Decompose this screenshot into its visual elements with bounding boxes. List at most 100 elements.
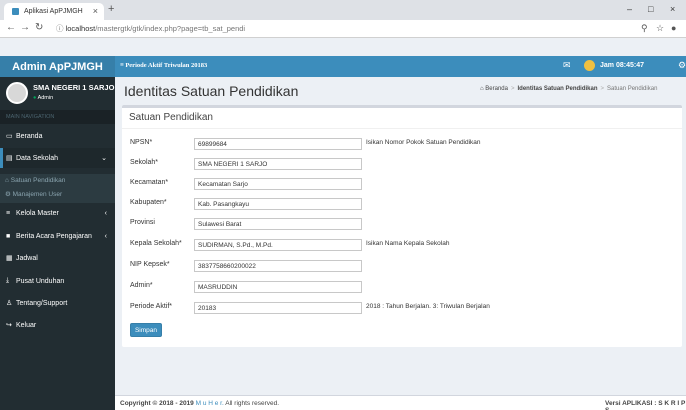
- sidebar-item-data-sekolah[interactable]: ▤ Data Sekolah ⌄: [0, 148, 115, 168]
- kepala-sekolah-field[interactable]: [194, 239, 362, 251]
- nip-kepsek-label: NIP Kepsek*: [130, 261, 170, 268]
- profile-icon[interactable]: ●: [671, 23, 676, 33]
- user-name: SMA NEGERI 1 SARJO: [33, 83, 115, 92]
- cogs-icon: ⚙: [5, 191, 11, 198]
- kecamatan-field[interactable]: [194, 178, 362, 190]
- gear-icon[interactable]: ⚙: [678, 60, 686, 71]
- url-field[interactable]: ⓘ localhost/mastergtk/gtk/index.php?page…: [56, 23, 245, 34]
- breadcrumb-item: Satuan Pendidikan: [607, 86, 658, 92]
- zoom-icon[interactable]: ⚲: [641, 23, 648, 34]
- sidebar-item-pusat-unduhan[interactable]: ⤓ Pusat Unduhan: [0, 271, 115, 291]
- database-icon: ≡: [6, 209, 11, 217]
- submenu-item-label: Manajemen User: [12, 191, 63, 198]
- browser-tab-title: Aplikasi ApPJMGH: [24, 8, 83, 15]
- new-tab-icon[interactable]: +: [108, 3, 114, 15]
- user-panel: SMA NEGERI 1 SARJO ● Admin: [0, 77, 115, 110]
- kepala-sekolah-hint: Isikan Nama Kepala Sekolah: [366, 240, 450, 247]
- breadcrumb-item[interactable]: Identitas Satuan Pendidikan: [518, 86, 598, 92]
- admin-field[interactable]: [194, 281, 362, 293]
- top-navbar: ≡ Periode Aktif Triwulan 20183 ✉ Jam 08:…: [115, 56, 686, 77]
- sekolah-field[interactable]: [194, 158, 362, 170]
- sidebar-item-label: Pusat Unduhan: [16, 277, 65, 285]
- close-tab-icon[interactable]: ×: [93, 6, 98, 16]
- home-icon: ⌂: [480, 86, 484, 92]
- sidebar-item-label: Tentang/Support: [16, 299, 68, 307]
- admin-label: Admin*: [130, 282, 153, 289]
- npsn-label: NPSN*: [130, 139, 153, 146]
- npsn-hint: Isikan Nomor Pokok Satuan Pendidikan: [366, 139, 481, 146]
- simpan-button[interactable]: Simpan: [130, 323, 162, 337]
- content-header: Identitas Satuan Pendidikan ⌂ Beranda > Id…: [115, 77, 686, 103]
- main-navigation-header: MAIN NAVIGATION: [0, 110, 115, 124]
- sidebar: SMA NEGERI 1 SARJO ● Admin MAIN NAVIGATI…: [0, 77, 115, 410]
- breadcrumb-item[interactable]: Beranda: [485, 86, 508, 92]
- user-status-label: Admin: [37, 95, 54, 101]
- periode-aktif-field[interactable]: [194, 302, 362, 314]
- sidebar-item-label: Beranda: [16, 132, 43, 140]
- browser-tab-bar: Aplikasi ApPJMGH × + – □ ×: [0, 0, 686, 20]
- copyright-prefix: Copyright © 2018 - 2019: [120, 400, 194, 407]
- periode-aktif-label: Periode Aktif*: [130, 303, 173, 310]
- chevron-left-icon: ‹: [104, 209, 107, 217]
- form-box: Satuan Pendidikan NPSN* Isikan Nomor Pok…: [122, 105, 682, 347]
- page-title: Identitas Satuan Pendidikan: [124, 83, 299, 99]
- provinsi-label: Provinsi: [130, 219, 155, 226]
- submenu-item-satuan-pendidikan[interactable]: ⌂ Satuan Pendidikan: [5, 177, 65, 184]
- kepala-sekolah-label: Kepala Sekolah*: [130, 240, 182, 247]
- sidebar-item-label: Jadwal: [16, 254, 38, 262]
- url-host: localhost: [65, 24, 96, 33]
- monitor-icon: ▭: [6, 133, 13, 140]
- back-icon[interactable]: ←: [6, 22, 16, 33]
- provinsi-field[interactable]: [194, 218, 362, 230]
- sidebar-item-keluar[interactable]: ↪ Keluar: [0, 315, 115, 335]
- close-window-icon[interactable]: ×: [670, 4, 675, 14]
- favicon-icon: [12, 8, 19, 15]
- sidebar-item-jadwal[interactable]: ▦ Jadwal: [0, 248, 115, 268]
- sidebar-item-tentang-support[interactable]: ♙ Tentang/Support: [0, 293, 115, 313]
- bank-icon: ⌂: [5, 177, 9, 184]
- user-icon: ♙: [6, 300, 13, 307]
- envelope-icon[interactable]: ✉: [563, 60, 571, 71]
- address-bar: ← → ↻ ⓘ localhost/mastergtk/gtk/index.ph…: [0, 20, 686, 38]
- clock-label[interactable]: Jam 08:45:47: [600, 62, 644, 69]
- npsn-field[interactable]: [194, 138, 362, 150]
- chevron-left-icon: ‹: [104, 232, 107, 240]
- nip-kepsek-field[interactable]: [194, 260, 362, 272]
- chevron-down-icon: ⌄: [101, 155, 107, 162]
- footer: Copyright © 2018 - 2019 M u H e r. All r…: [115, 395, 686, 410]
- divider: [122, 128, 682, 129]
- sekolah-label: Sekolah*: [130, 159, 159, 166]
- forward-icon[interactable]: →: [20, 22, 30, 33]
- kabupaten-field[interactable]: [194, 198, 362, 210]
- sidebar-item-label: Keluar: [16, 321, 37, 329]
- copyright-suffix: All rights reserved.: [225, 400, 280, 407]
- book-icon: ▤: [6, 155, 13, 162]
- sidebar-item-berita-acara[interactable]: ■ Berita Acara Pengajaran ‹: [0, 226, 115, 246]
- briefcase-icon: ■: [6, 232, 11, 240]
- sidebar-item-kelola-master[interactable]: ≡ Kelola Master ‹: [0, 203, 115, 223]
- clock-avatar-icon: [584, 60, 595, 71]
- sidebar-item-label: Kelola Master: [16, 209, 59, 217]
- browser-tab[interactable]: Aplikasi ApPJMGH ×: [4, 3, 104, 20]
- user-status: ● Admin: [33, 95, 54, 101]
- sidebar-item-label: Data Sekolah: [16, 154, 59, 162]
- active-period[interactable]: ≡ Periode Aktif Triwulan 20183: [120, 62, 207, 69]
- periode-aktif-hint: 2018 : Tahun Berjalan. 3: Triwulan Berja…: [366, 303, 490, 310]
- copyright: Copyright © 2018 - 2019 M u H e r. All r…: [120, 400, 279, 407]
- submenu-item-label: Satuan Pendidikan: [10, 177, 66, 184]
- data-sekolah-submenu: ⌂ Satuan Pendidikan ⚙ Manajemen User: [0, 174, 115, 203]
- bookmark-star-icon[interactable]: ☆: [656, 23, 664, 34]
- minimize-icon[interactable]: –: [627, 4, 632, 14]
- submenu-item-manajemen-user[interactable]: ⚙ Manajemen User: [5, 190, 62, 198]
- kecamatan-label: Kecamatan*: [130, 179, 169, 186]
- version-label: Versi APLIKASI : S K R I P S: [605, 400, 686, 410]
- author-link[interactable]: M u H e r.: [196, 400, 224, 407]
- maximize-icon[interactable]: □: [648, 4, 653, 14]
- box-title: Satuan Pendidikan: [129, 112, 213, 123]
- app-logo[interactable]: Admin ApPJMGH: [0, 56, 115, 77]
- download-icon: ⤓: [6, 277, 10, 284]
- table-icon: ▦: [6, 255, 13, 262]
- avatar: [6, 82, 28, 104]
- reload-icon[interactable]: ↻: [35, 22, 43, 33]
- sidebar-item-beranda[interactable]: ▭ Beranda: [0, 126, 115, 146]
